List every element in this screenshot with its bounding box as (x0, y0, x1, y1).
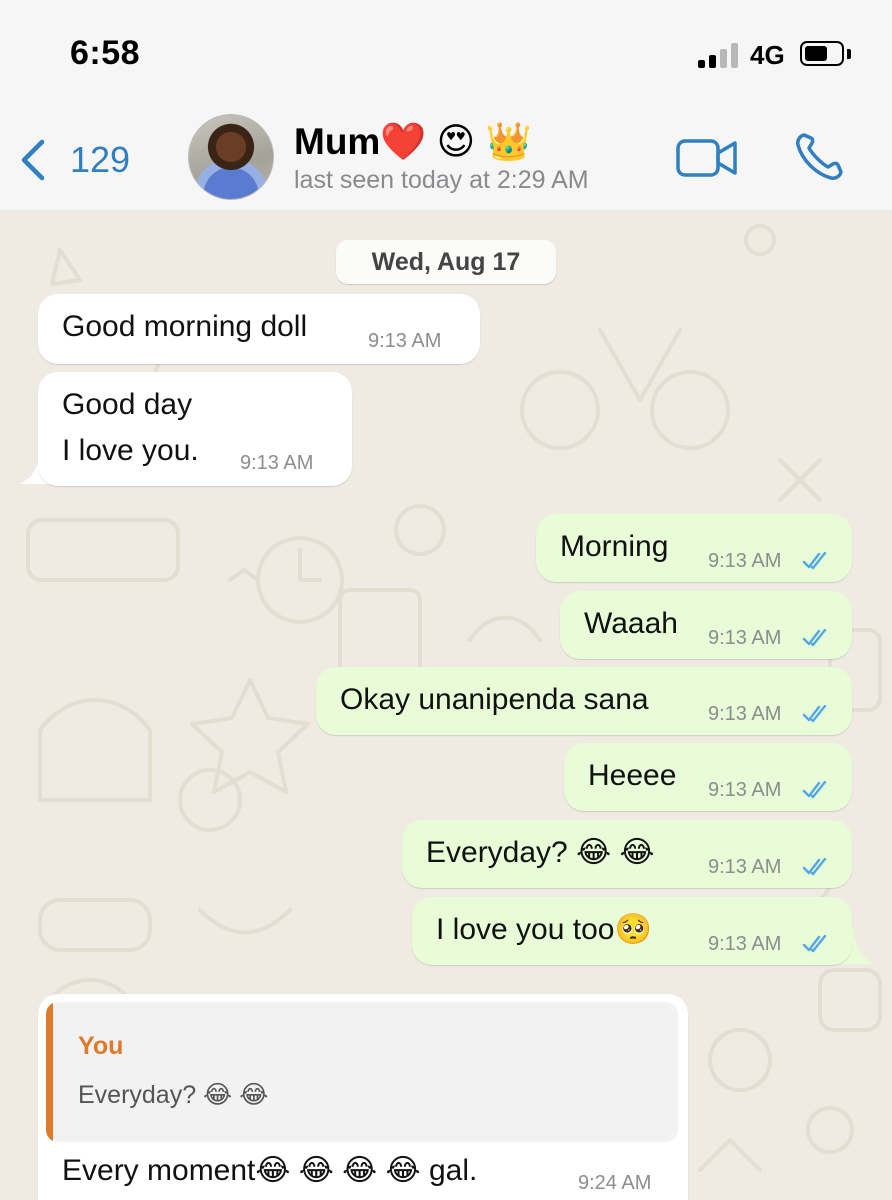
message-text: Every moment😂 😂 😂 😂 gal. (62, 1154, 478, 1187)
message-time: 9:13 AM (368, 330, 442, 352)
message-time: 9:13 AM (240, 452, 314, 474)
message-bubble-outgoing[interactable]: Okay unanipenda sana 9:13 AM (316, 667, 852, 735)
contact-name[interactable]: Mum❤️ 😍 👑 (294, 120, 532, 164)
message-line-1: Good day (62, 388, 193, 421)
phone-icon (796, 133, 843, 180)
quoted-message[interactable]: You Everyday? 😂 😂 (46, 1002, 678, 1142)
message-bubble-outgoing[interactable]: Waaah 9:13 AM (560, 591, 852, 659)
battery-icon (800, 41, 844, 66)
battery-tip (847, 49, 851, 59)
voice-call-button[interactable] (794, 130, 846, 182)
message-text: Morning (560, 530, 669, 563)
message-bubble-incoming[interactable]: Good morning doll 9:13 AM (38, 294, 480, 364)
status-time: 6:58 (70, 34, 141, 72)
message-bubble-incoming-reply[interactable]: You Everyday? 😂 😂 Every moment😂 😂 😂 😂 ga… (38, 994, 688, 1200)
back-button[interactable]: 129 (18, 132, 130, 188)
message-text: Waaah (584, 607, 678, 640)
message-bubble-outgoing[interactable]: Morning 9:13 AM (536, 514, 852, 582)
last-seen-status: last seen today at 2:29 AM (294, 166, 589, 194)
message-bubble-incoming[interactable]: Good day I love you. 9:13 AM (38, 372, 352, 486)
message-line-2: I love you. (62, 434, 199, 467)
message-time: 9:13 AM (708, 933, 782, 955)
quoted-author: You (78, 1032, 124, 1060)
read-receipt-icon (802, 858, 827, 876)
back-unread-count: 129 (70, 139, 131, 180)
message-time: 9:24 AM (578, 1172, 652, 1194)
read-receipt-icon (802, 935, 827, 953)
read-receipt-icon (802, 629, 827, 647)
chat-area[interactable]: Wed, Aug 17 Good morning doll 9:13 AM Go… (0, 210, 892, 1200)
message-text: Everyday? 😂 😂 (426, 836, 655, 869)
video-call-icon (676, 139, 737, 177)
message-bubble-outgoing[interactable]: Heeee 9:13 AM (564, 743, 852, 811)
message-bubble-outgoing[interactable]: I love you too🥺 9:13 AM (412, 897, 852, 965)
message-time: 9:13 AM (708, 779, 782, 801)
message-time: 9:13 AM (708, 856, 782, 878)
cellular-signal-icon (698, 42, 742, 68)
network-type: 4G (750, 40, 785, 70)
date-separator: Wed, Aug 17 (336, 240, 556, 284)
contact-avatar[interactable] (188, 114, 274, 200)
status-bar: 6:58 4G (0, 0, 892, 108)
read-receipt-icon (802, 552, 827, 570)
message-bubble-outgoing[interactable]: Everyday? 😂 😂 9:13 AM (402, 820, 852, 888)
message-time: 9:13 AM (708, 627, 782, 649)
chevron-left-icon (21, 139, 45, 181)
read-receipt-icon (802, 705, 827, 723)
read-receipt-icon (802, 781, 827, 799)
message-text: Okay unanipenda sana (340, 683, 649, 716)
message-time: 9:13 AM (708, 550, 782, 572)
message-text: I love you too🥺 (436, 913, 652, 946)
chat-header: 129 Mum❤️ 😍 👑 last seen today at 2:29 AM (0, 108, 892, 211)
quote-accent-bar (46, 1002, 53, 1142)
quoted-text: Everyday? 😂 😂 (78, 1081, 269, 1109)
message-text: Heeee (588, 759, 677, 792)
message-text: Good morning doll (62, 310, 308, 343)
message-time: 9:13 AM (708, 703, 782, 725)
video-call-button[interactable] (676, 138, 738, 178)
